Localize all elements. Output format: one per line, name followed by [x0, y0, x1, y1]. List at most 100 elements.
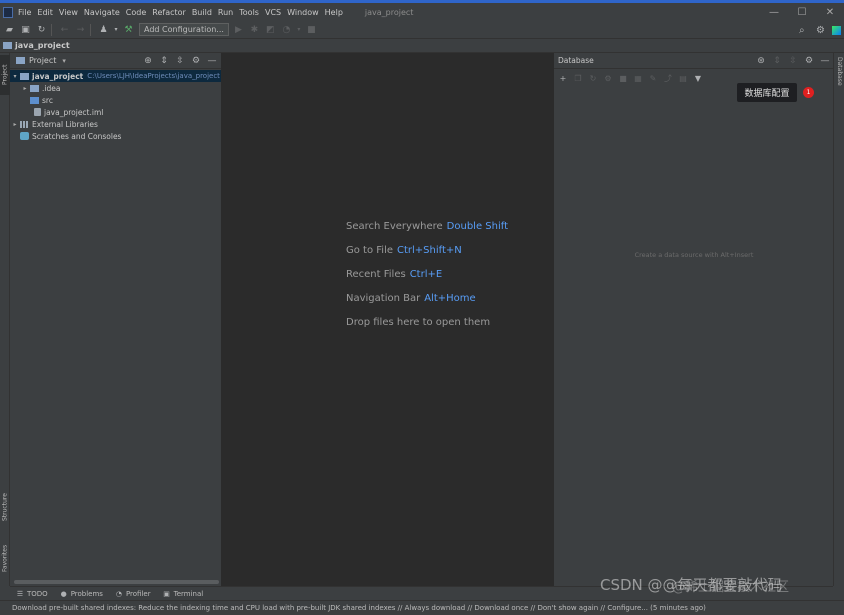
refresh-icon[interactable]: ↻: [587, 72, 599, 84]
schema-icon[interactable]: ⚙: [602, 72, 614, 84]
tool-tab-project[interactable]: Project: [0, 55, 10, 95]
scratches-label: Scratches and Consoles: [32, 131, 122, 141]
hide-panel-icon[interactable]: —: [206, 55, 218, 67]
gear-icon[interactable]: ⚙: [803, 55, 815, 67]
jump-to-source-icon[interactable]: ⤴: [662, 72, 674, 84]
editor-empty-area[interactable]: Search Everywhere Double Shift Go to File…: [222, 53, 553, 586]
idea-label: .idea: [42, 83, 61, 93]
chevron-right-icon[interactable]: ▸: [10, 121, 20, 128]
sync-icon[interactable]: ↻: [35, 23, 48, 36]
tool-tab-problems[interactable]: ● Problems: [60, 590, 103, 598]
hint-label: Navigation Bar: [346, 293, 421, 304]
tree-item-root[interactable]: ▾ java_project C:\Users\LJH\IdeaProjects…: [10, 70, 221, 82]
forward-icon[interactable]: →: [74, 23, 87, 36]
open-folder-icon[interactable]: ▰: [3, 23, 16, 36]
tool-tab-terminal[interactable]: ▣ Terminal: [163, 589, 204, 598]
terminal-label: Terminal: [173, 589, 204, 598]
add-configuration-button[interactable]: Add Configuration...: [139, 23, 229, 36]
tree-item-scratches[interactable]: Scratches and Consoles: [10, 130, 221, 142]
scratches-icon: [20, 132, 29, 140]
stop-icon[interactable]: ■: [617, 72, 629, 84]
user-icon[interactable]: ♟: [97, 23, 110, 36]
close-button[interactable]: ✕: [816, 3, 844, 21]
menu-vcs[interactable]: VCS: [265, 8, 281, 17]
tree-item-idea[interactable]: ▸ .idea: [10, 82, 221, 94]
window-title: java_project: [364, 7, 414, 17]
add-datasource-icon[interactable]: +: [557, 72, 569, 84]
menu-tools[interactable]: Tools: [239, 8, 259, 17]
hint-drop-files: Drop files here to open them: [346, 317, 490, 328]
copy-icon[interactable]: ❐: [572, 72, 584, 84]
menu-navigate[interactable]: Navigate: [84, 8, 120, 17]
menu-build[interactable]: Build: [192, 8, 212, 17]
run-icon[interactable]: ▶: [232, 23, 245, 36]
project-view-selector[interactable]: Project: [29, 56, 56, 65]
collapse-all-icon[interactable]: ⇳: [787, 55, 799, 67]
maximize-button[interactable]: ☐: [788, 3, 816, 21]
terminal-icon: ▣: [163, 589, 170, 598]
chevron-down-icon[interactable]: ▾: [62, 57, 66, 65]
hint-recent-files: Recent Files Ctrl+E: [346, 269, 442, 280]
tree-item-src[interactable]: src: [10, 94, 221, 106]
hint-shortcut: Alt+Home: [424, 293, 476, 304]
query-console-icon[interactable]: ▤: [677, 72, 689, 84]
search-everywhere-icon[interactable]: ⌕: [799, 21, 805, 39]
gear-icon[interactable]: ⚙: [190, 55, 202, 67]
chevron-down-icon[interactable]: ▾: [113, 23, 119, 36]
tool-tab-profiler[interactable]: ◔ Profiler: [115, 590, 151, 598]
coverage-icon[interactable]: ◩: [264, 23, 277, 36]
menu-file[interactable]: File: [18, 8, 31, 17]
chevron-right-icon[interactable]: ▸: [20, 85, 30, 92]
menu-run[interactable]: Run: [218, 8, 233, 17]
tool-tab-database[interactable]: Database: [834, 55, 844, 105]
hide-panel-icon[interactable]: —: [819, 55, 831, 67]
tree-item-external-libraries[interactable]: ▸ External Libraries: [10, 118, 221, 130]
tool-tab-favorites[interactable]: Favorites: [0, 535, 10, 581]
profiler-icon: ◔: [115, 589, 122, 598]
settings-gear-icon[interactable]: ⚙: [816, 21, 825, 39]
minimize-button[interactable]: —: [760, 3, 788, 21]
intellij-logo-icon: [3, 6, 13, 18]
database-config-tooltip: 数据库配置: [737, 83, 797, 102]
menu-refactor[interactable]: Refactor: [152, 8, 186, 17]
chevron-down-icon[interactable]: ▾: [296, 23, 302, 36]
chevron-down-icon[interactable]: ▾: [10, 73, 20, 80]
edit-icon[interactable]: ✎: [647, 72, 659, 84]
profile-icon[interactable]: ◔: [280, 23, 293, 36]
menu-code[interactable]: Code: [126, 8, 146, 17]
jetbrains-toolbox-icon[interactable]: [832, 21, 841, 39]
breadcrumb-project[interactable]: java_project: [15, 41, 70, 50]
filter-icon[interactable]: ▼: [692, 72, 704, 84]
hint-search-everywhere: Search Everywhere Double Shift: [346, 221, 508, 232]
iml-label: java_project.iml: [44, 107, 104, 117]
tool-tab-todo[interactable]: ☰ TODO: [16, 590, 48, 598]
expand-all-icon[interactable]: ⇕: [158, 55, 170, 67]
external-libraries-label: External Libraries: [32, 119, 98, 129]
hint-go-to-file: Go to File Ctrl+Shift+N: [346, 245, 462, 256]
database-panel-title: Database: [558, 56, 594, 65]
build-hammer-icon[interactable]: ⚒: [122, 23, 135, 36]
main-toolbar: ▰ ▣ ↻ ← → ♟ ▾ ⚒ Add Configuration... ▶ ✱…: [0, 21, 844, 39]
tree-item-iml[interactable]: java_project.iml: [10, 106, 221, 118]
tool-tab-structure[interactable]: Structure: [0, 483, 10, 531]
status-message[interactable]: Download pre-built shared indexes: Reduc…: [12, 604, 732, 612]
locate-target-icon[interactable]: ⊕: [142, 55, 154, 67]
hint-shortcut: Double Shift: [446, 221, 509, 232]
root-path: C:\Users\LJH\IdeaProjects\java_project: [87, 72, 220, 80]
project-tool-window: Project ▾ ⊕ ⇕ ⇳ ⚙ — ▾ java_project C:\Us…: [10, 53, 222, 586]
status-bar: Download pre-built shared indexes: Reduc…: [0, 600, 844, 615]
profiler-label: Profiler: [125, 589, 151, 598]
database-config-icon[interactable]: ⊛: [755, 55, 767, 67]
collapse-all-icon[interactable]: ⇳: [174, 55, 186, 67]
save-all-icon[interactable]: ▣: [19, 23, 32, 36]
horizontal-scrollbar[interactable]: [14, 580, 219, 584]
back-icon[interactable]: ←: [58, 23, 71, 36]
menu-window[interactable]: Window: [287, 8, 319, 17]
menu-edit[interactable]: Edit: [37, 8, 53, 17]
menu-view[interactable]: View: [59, 8, 78, 17]
expand-all-icon[interactable]: ⇕: [771, 55, 783, 67]
stop-icon[interactable]: ■: [305, 23, 318, 36]
debug-icon[interactable]: ✱: [248, 23, 261, 36]
table-icon[interactable]: ▦: [632, 72, 644, 84]
menu-help[interactable]: Help: [325, 8, 343, 17]
